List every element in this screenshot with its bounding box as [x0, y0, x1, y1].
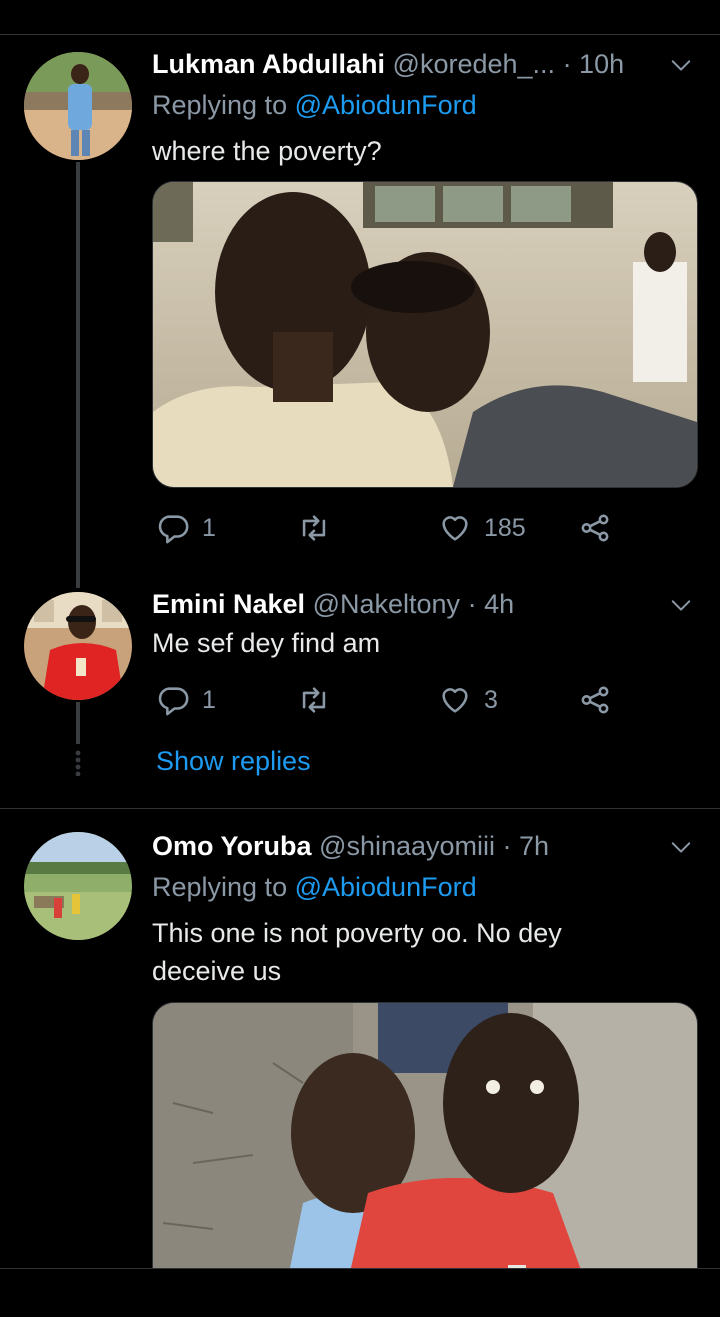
- thread-line: [76, 162, 80, 588]
- reply-count: 1: [202, 513, 216, 542]
- display-name-2[interactable]: Emini Nakel: [152, 589, 305, 619]
- handle-3[interactable]: @shinaayomiii: [319, 831, 495, 861]
- handle-2[interactable]: @Nakeltony: [313, 589, 460, 619]
- reply-button[interactable]: 1: [156, 508, 216, 548]
- bottom-compose-bar[interactable]: [0, 1268, 720, 1317]
- avatar-lukman[interactable]: [24, 52, 132, 160]
- chevron-down-icon[interactable]: [670, 54, 692, 76]
- like-icon: [442, 516, 468, 541]
- tweet-text-2: Me sef dey find am: [152, 628, 381, 658]
- tweet-header-2: Emini Nakel @Nakeltony · 4h: [152, 588, 514, 620]
- display-name-3[interactable]: Omo Yoruba: [152, 831, 312, 861]
- share-button[interactable]: [578, 680, 612, 720]
- display-name[interactable]: Lukman Abdullahi: [152, 49, 385, 79]
- thread-line-2: [76, 702, 80, 744]
- like-count-2: 3: [484, 685, 498, 714]
- top-divider: [0, 34, 720, 35]
- like-icon: [442, 688, 468, 713]
- avatar-emini[interactable]: [24, 592, 132, 700]
- tweet-divider: [0, 808, 720, 809]
- avatar-omo-yoruba[interactable]: [24, 832, 132, 940]
- handle[interactable]: @koredeh_...: [393, 49, 556, 79]
- share-button[interactable]: [578, 508, 612, 548]
- reply-button[interactable]: 1: [156, 680, 216, 720]
- mention-link[interactable]: @AbiodunFord: [295, 90, 477, 120]
- tweet-text-3: This one is not poverty oo. No dey decei…: [152, 914, 672, 990]
- like-button[interactable]: 3: [438, 680, 498, 720]
- timestamp[interactable]: · 10h: [563, 49, 625, 79]
- reply-count-2: 1: [202, 685, 216, 714]
- tweet-text-3-line2: deceive us: [152, 956, 282, 986]
- chevron-down-icon[interactable]: [670, 594, 692, 616]
- like-button[interactable]: 185: [438, 508, 526, 548]
- reply-icon: [158, 515, 189, 544]
- retweet-icon: [302, 687, 326, 713]
- chevron-down-icon[interactable]: [670, 836, 692, 858]
- tweet-actions-2: 1 3: [152, 680, 622, 720]
- thread-dots: [75, 750, 81, 777]
- replying-to: Replying to @AbiodunFord: [152, 88, 477, 122]
- timestamp-2[interactable]: · 4h: [468, 589, 515, 619]
- tweet-text-3-line1: This one is not poverty oo. No dey: [152, 918, 562, 948]
- replying-prefix: Replying to: [152, 90, 295, 120]
- like-count: 185: [484, 513, 526, 542]
- tweet-media-image[interactable]: [152, 181, 698, 488]
- tweet-text: where the poverty?: [152, 136, 382, 166]
- retweet-button[interactable]: [297, 508, 331, 548]
- share-icon: [581, 514, 609, 542]
- timestamp-3[interactable]: · 7h: [503, 831, 550, 861]
- replying-to-3: Replying to @AbiodunFord: [152, 870, 477, 904]
- retweet-icon: [302, 515, 326, 541]
- mention-link-3[interactable]: @AbiodunFord: [295, 872, 477, 902]
- retweet-button[interactable]: [297, 680, 331, 720]
- reply-icon: [158, 687, 189, 716]
- show-replies-link[interactable]: Show replies: [156, 746, 311, 777]
- replying-prefix-3: Replying to: [152, 872, 295, 902]
- tweet-media-image-3[interactable]: [152, 1002, 698, 1304]
- tweet-header-3: Omo Yoruba @shinaayomiii · 7h: [152, 830, 549, 862]
- share-icon: [581, 686, 609, 714]
- tweet-header: Lukman Abdullahi @koredeh_... · 10h: [152, 48, 624, 80]
- tweet-actions: 1 185: [152, 508, 622, 548]
